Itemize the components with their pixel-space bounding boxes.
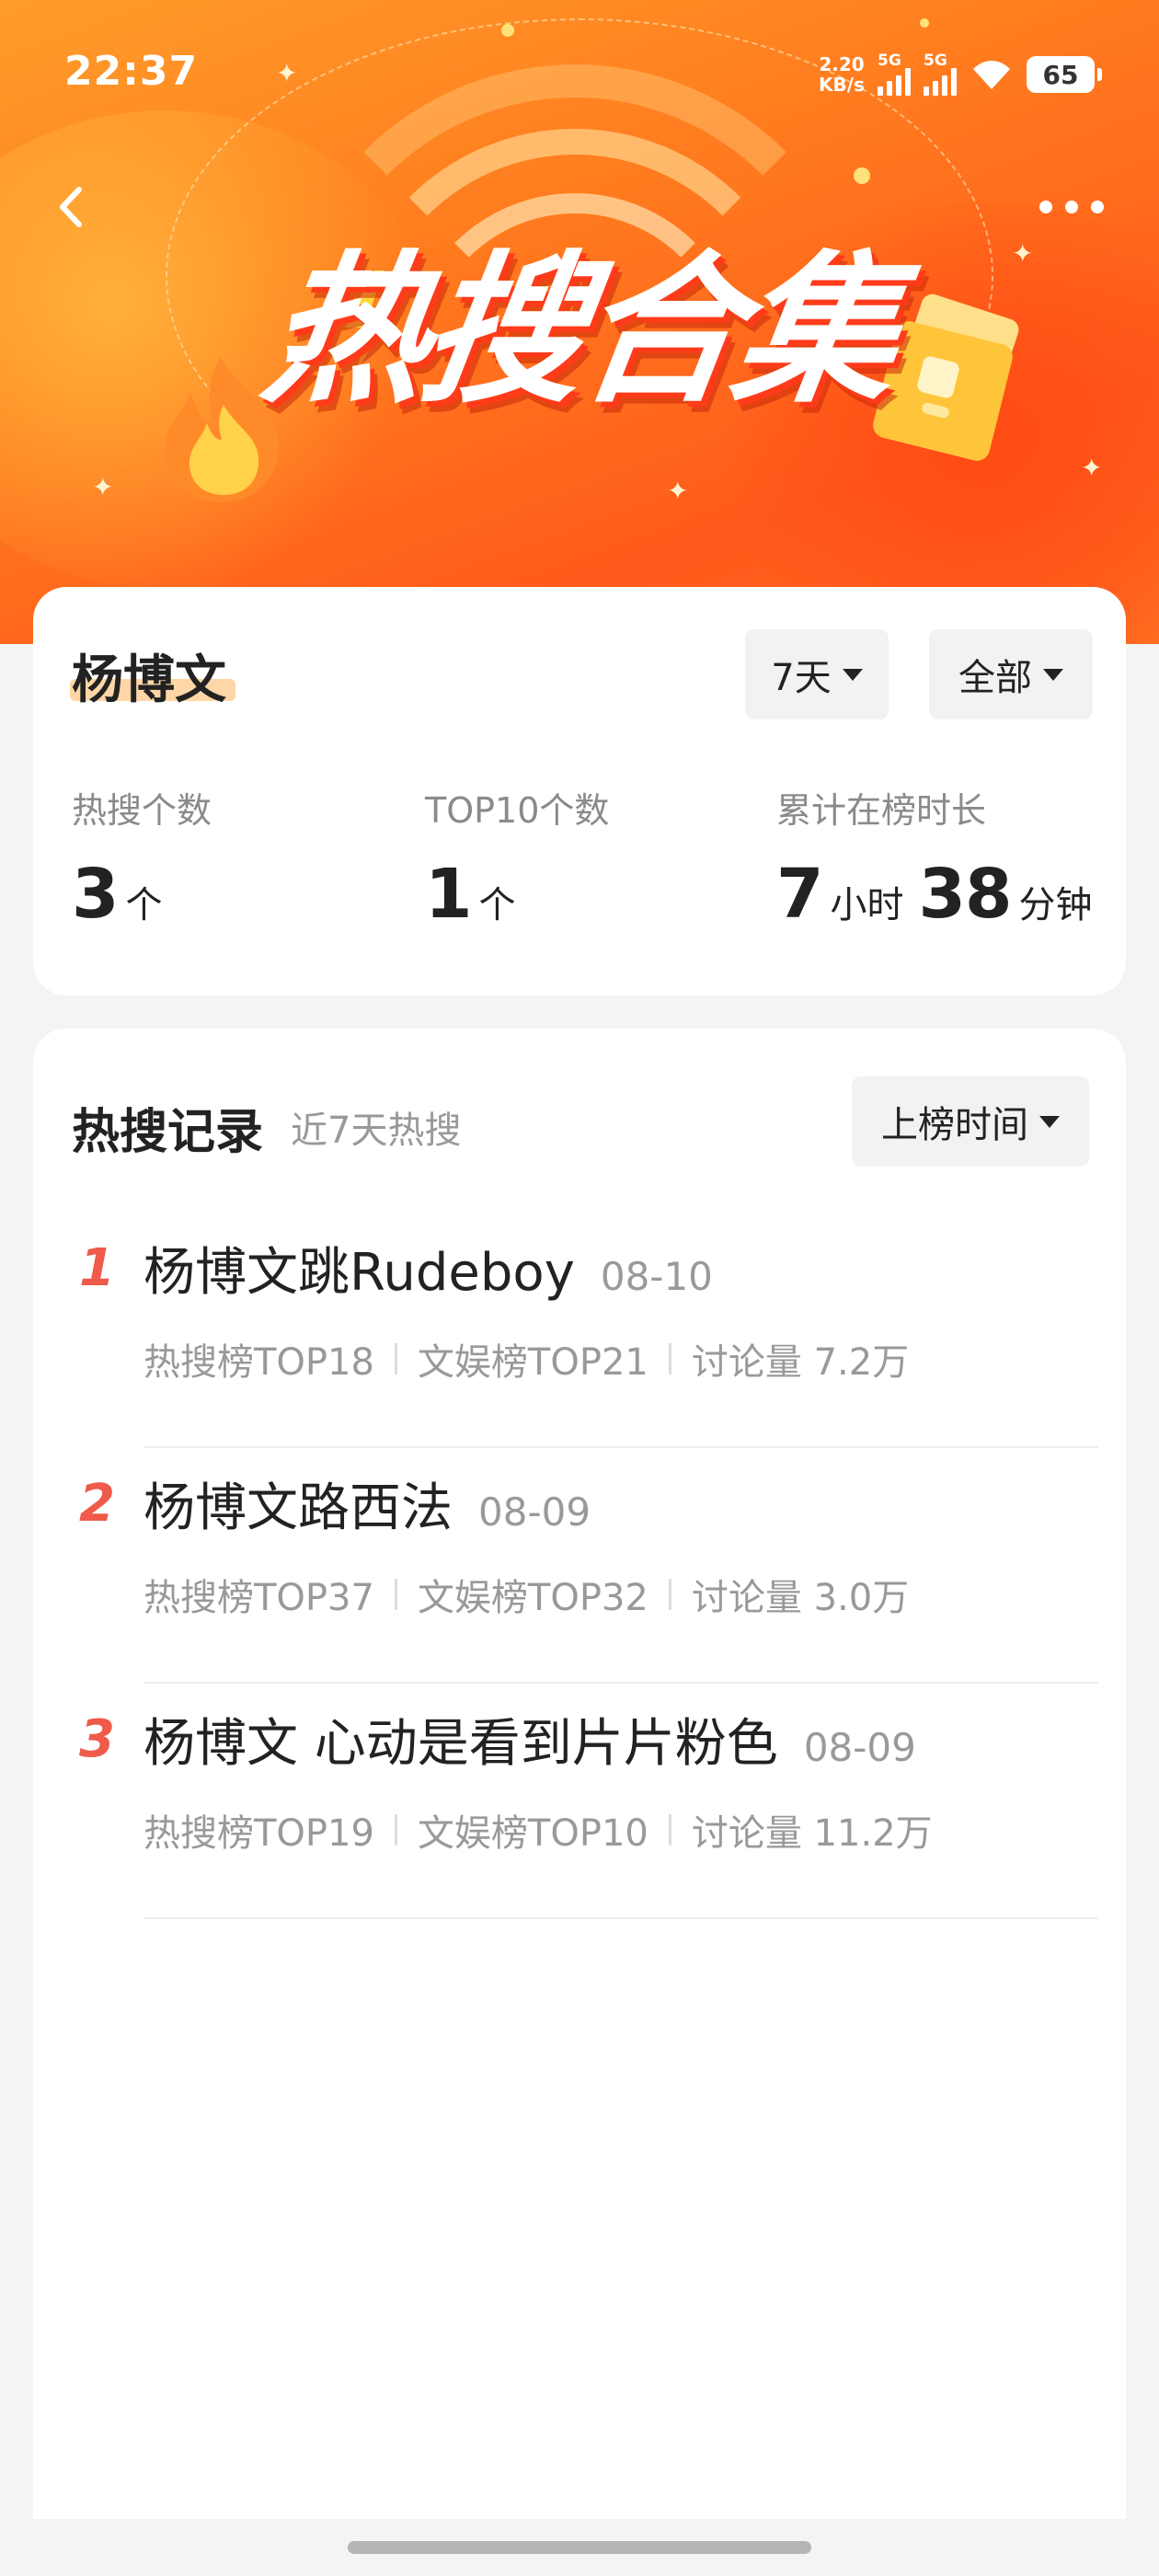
records-title: 热搜记录 xyxy=(72,1105,264,1160)
signal-label: 5G xyxy=(924,52,947,70)
stat-label: 累计在榜时长 xyxy=(776,790,987,831)
divider xyxy=(668,1579,671,1610)
caret-down-icon xyxy=(842,668,863,681)
record-rank: 1 xyxy=(79,1238,115,1298)
record-hot-rank: 热搜榜TOP37 xyxy=(143,1577,374,1619)
stat-unit: 个 xyxy=(478,884,516,926)
record-date: 08-09 xyxy=(478,1489,591,1535)
banner-title: 热搜合集 xyxy=(253,236,906,425)
range-dropdown-label: 7天 xyxy=(771,657,832,699)
signal-icon: 5G xyxy=(924,53,957,96)
record-rank: 2 xyxy=(79,1474,115,1534)
record-ent-rank: 文娱榜TOP10 xyxy=(417,1812,648,1855)
battery-icon: 65 xyxy=(1027,56,1102,93)
network-speed-value: 2.20 xyxy=(819,53,865,75)
record-rank: 3 xyxy=(79,1709,115,1769)
stat-top10-count: TOP10个数 1 个 xyxy=(425,782,609,934)
network-speed: 2.20 KB/s xyxy=(819,54,865,95)
status-icons: 2.20 KB/s 5G 5G 65 xyxy=(819,53,1102,96)
divider xyxy=(394,1814,397,1846)
stat-label: TOP10个数 xyxy=(425,790,610,831)
record-discussion: 讨论量 3.0万 xyxy=(691,1577,910,1619)
header-banner: ✦ ✦ ✦ ✦ ✦ 热搜合集 22:37 2.20 KB/s 5G 5G 65 xyxy=(0,0,1159,644)
stat-value: 3 xyxy=(72,855,119,934)
chevron-left-icon xyxy=(60,187,82,227)
record-discussion: 讨论量 7.2万 xyxy=(691,1341,910,1384)
record-title: 杨博文 心动是看到片片粉色 xyxy=(143,1714,778,1774)
signal-label: 5G xyxy=(878,52,901,70)
record-discussion: 讨论量 11.2万 xyxy=(691,1812,933,1855)
home-indicator[interactable] xyxy=(348,2541,811,2554)
divider xyxy=(668,1814,671,1846)
record-hot-rank: 热搜榜TOP18 xyxy=(143,1341,374,1384)
record-item[interactable]: 1 杨博文跳Rudeboy 08-10 热搜榜TOP18 文娱榜TOP21 讨论… xyxy=(33,1213,1126,1448)
stat-minutes: 38 xyxy=(918,855,1013,934)
type-dropdown[interactable]: 全部 xyxy=(929,629,1093,719)
divider xyxy=(394,1343,397,1374)
stat-total-duration: 累计在榜时长 7 小时 38 分钟 xyxy=(776,782,1099,934)
stat-hot-count: 热搜个数 3 个 xyxy=(72,782,212,934)
sparkle-dot xyxy=(854,167,870,184)
caret-down-icon xyxy=(1043,668,1063,681)
record-item[interactable]: 2 杨博文路西法 08-09 热搜榜TOP37 文娱榜TOP32 讨论量 3.0… xyxy=(33,1448,1126,1684)
caret-down-icon xyxy=(1039,1115,1060,1128)
back-button[interactable] xyxy=(37,166,110,248)
record-ent-rank: 文娱榜TOP21 xyxy=(417,1341,648,1384)
sparkle-icon: ✦ xyxy=(92,472,114,502)
record-hot-rank: 热搜榜TOP19 xyxy=(143,1812,374,1855)
wifi-icon xyxy=(973,61,1010,89)
person-name: 杨博文 xyxy=(72,650,226,710)
record-date: 08-10 xyxy=(600,1254,713,1299)
type-dropdown-label: 全部 xyxy=(958,657,1032,699)
record-date: 08-09 xyxy=(803,1725,916,1770)
sort-dropdown[interactable]: 上榜时间 xyxy=(852,1076,1089,1167)
records-card: 热搜记录 近7天热搜 上榜时间 1 杨博文跳Rudeboy 08-10 热搜榜T… xyxy=(33,1029,1126,2519)
sparkle-icon: ✦ xyxy=(1081,453,1103,483)
stat-minutes-unit: 分钟 xyxy=(1018,884,1093,926)
status-bar: 22:37 2.20 KB/s 5G 5G 65 xyxy=(0,0,1159,147)
sparkle-icon: ✦ xyxy=(1012,238,1034,269)
sparkle-icon: ✦ xyxy=(667,476,689,506)
summary-card: 杨博文 7天 全部 热搜个数 3 个 TOP10个数 1 个 累计在榜时长 7 … xyxy=(33,587,1126,995)
signal-icon: 5G xyxy=(878,53,911,96)
range-dropdown[interactable]: 7天 xyxy=(745,629,889,719)
stat-value: 1 xyxy=(425,855,472,934)
more-dots-icon xyxy=(1039,201,1052,213)
battery-level: 65 xyxy=(1042,59,1079,90)
record-ent-rank: 文娱榜TOP32 xyxy=(417,1577,648,1619)
status-time: 22:37 xyxy=(64,48,199,95)
divider xyxy=(394,1579,397,1610)
more-button[interactable] xyxy=(1021,175,1122,239)
records-subtitle: 近7天热搜 xyxy=(291,1110,462,1152)
record-title: 杨博文路西法 xyxy=(143,1478,453,1538)
network-speed-unit: KB/s xyxy=(819,74,865,96)
record-item[interactable]: 3 杨博文 心动是看到片片粉色 08-09 热搜榜TOP19 文娱榜TOP10 … xyxy=(33,1684,1126,1919)
stat-hours-unit: 小时 xyxy=(830,884,904,926)
record-title: 杨博文跳Rudeboy xyxy=(143,1243,575,1303)
divider xyxy=(668,1343,671,1374)
app-root: ✦ ✦ ✦ ✦ ✦ 热搜合集 22:37 2.20 KB/s 5G 5G 65 … xyxy=(0,0,1159,2576)
stat-label: 热搜个数 xyxy=(72,790,212,831)
stat-hours: 7 xyxy=(776,855,823,934)
sort-dropdown-label: 上榜时间 xyxy=(881,1104,1028,1146)
row-divider xyxy=(143,1917,1098,1919)
stat-unit: 个 xyxy=(125,884,163,926)
